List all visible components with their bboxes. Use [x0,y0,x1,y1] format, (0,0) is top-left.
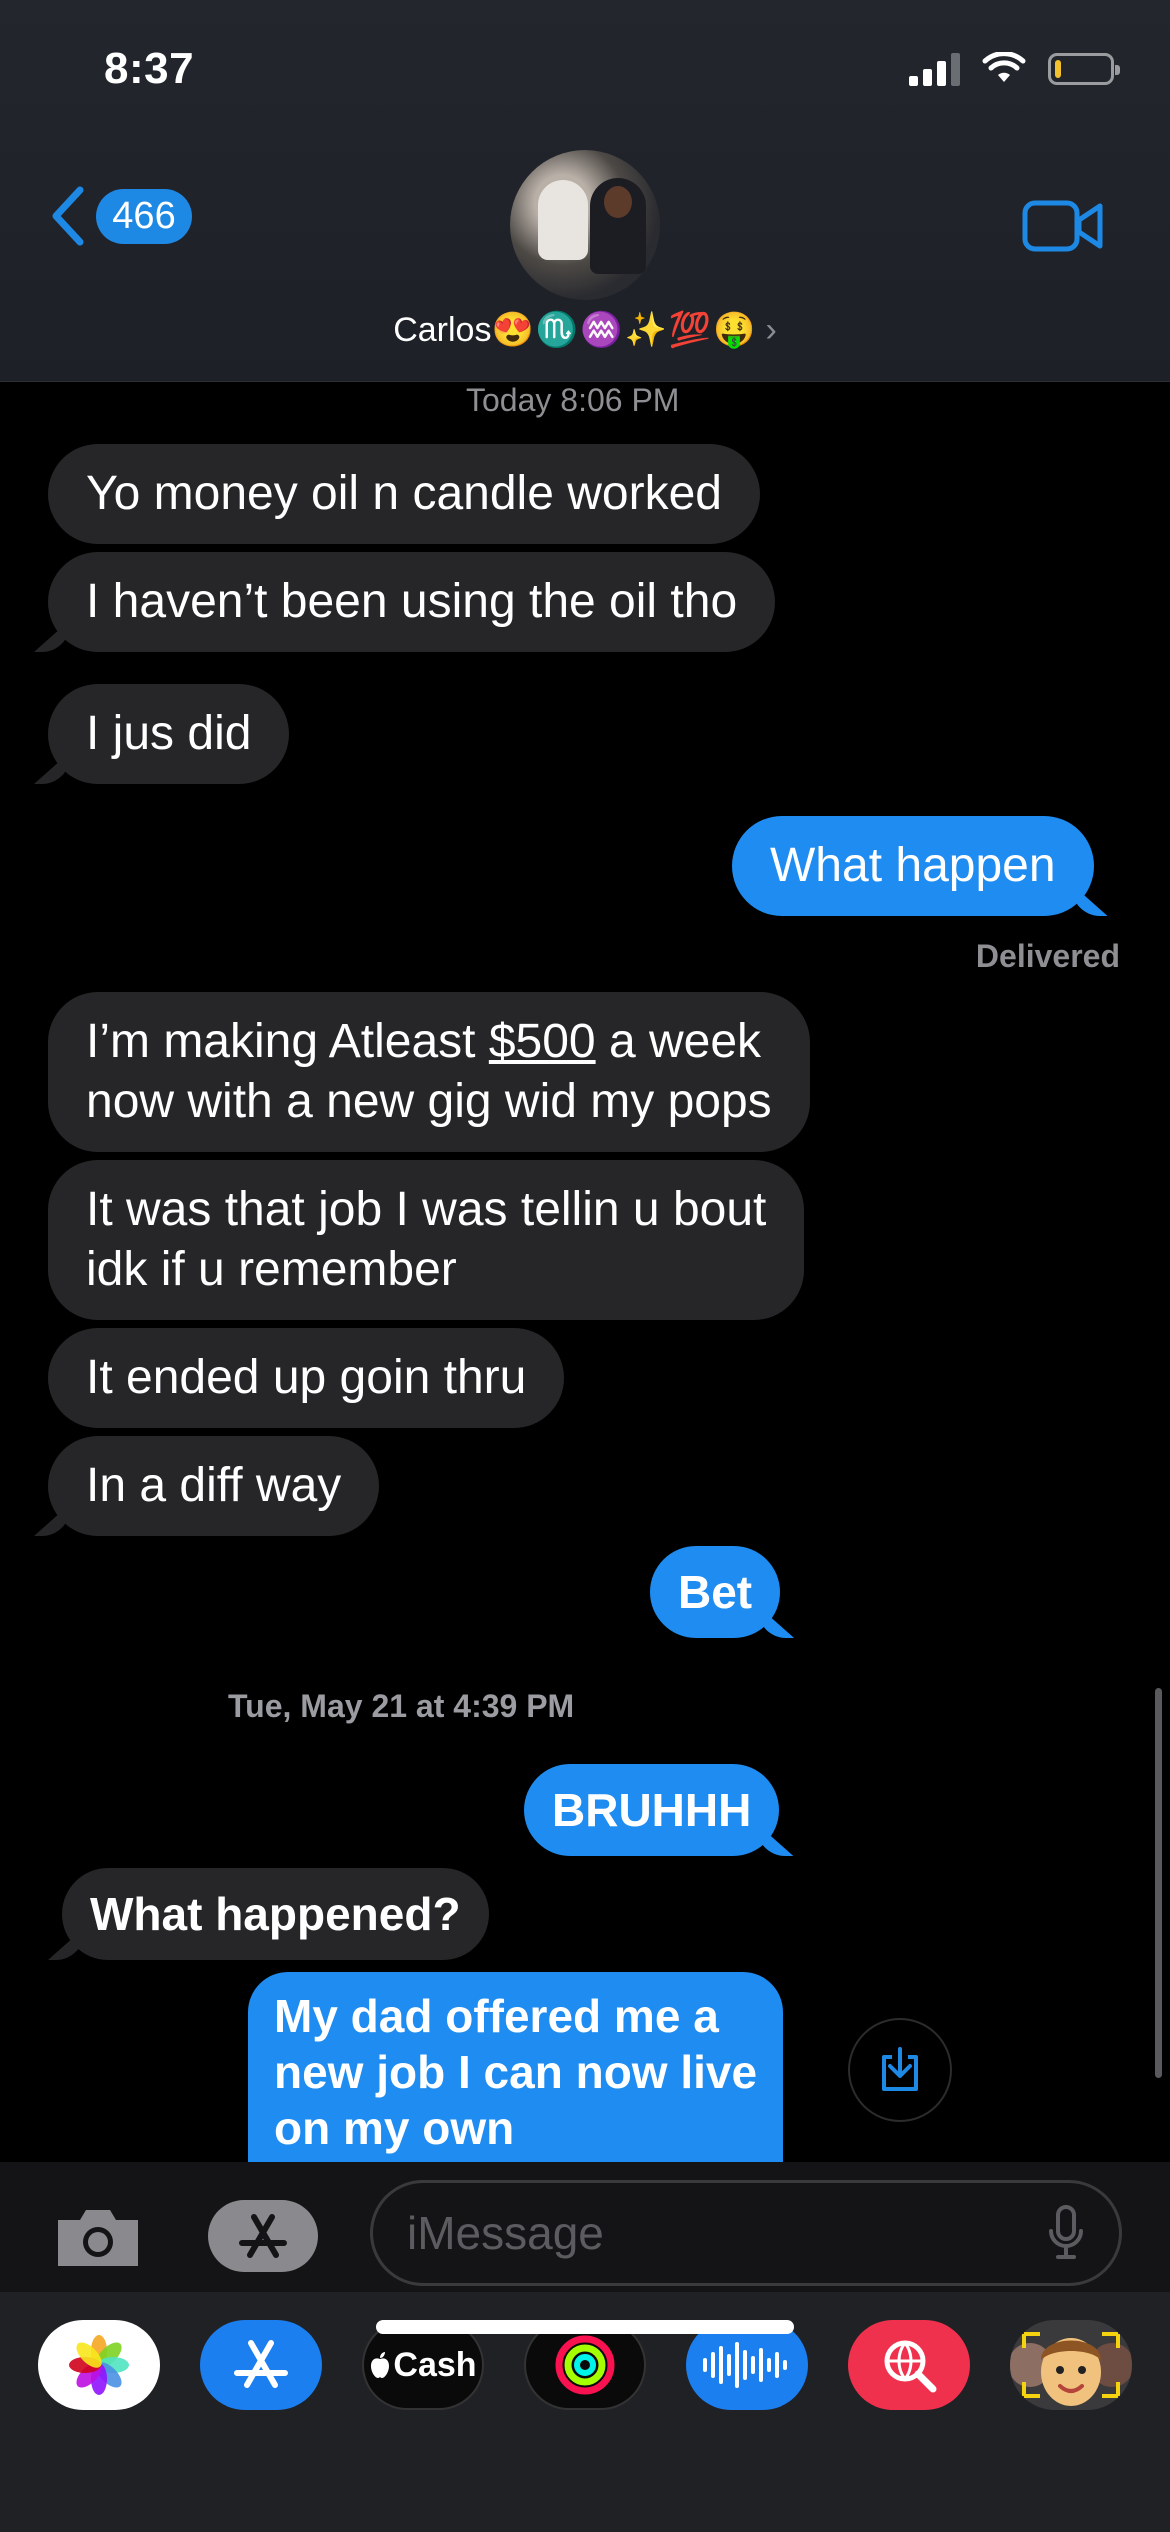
outgoing-message[interactable]: My dad offered me a new job I can now li… [248,1972,784,2162]
microphone-icon[interactable] [1047,2203,1085,2263]
outgoing-message[interactable]: What happen [732,816,1094,916]
timestamp-day: Tue, May 21 [228,1688,408,1724]
chevron-left-icon [52,186,84,246]
app-store-app-button[interactable] [200,2320,322,2410]
incoming-message[interactable]: I jus did [48,684,290,784]
timestamp: Today 8:06 PM [466,382,680,418]
timestamp: Tue, May 21 at 4:39 PM [228,1688,574,1725]
message-input-field[interactable] [370,2180,1122,2286]
audio-message-icon [703,2342,787,2388]
money-link[interactable]: $500 [489,1015,596,1068]
cellular-signal-icon [909,52,960,86]
app-store-icon [234,2340,288,2388]
wifi-icon [982,52,1026,82]
save-button[interactable] [848,2018,952,2122]
activity-icon [555,2335,615,2395]
incoming-message[interactable]: In a diff way [48,1436,380,1536]
compose-bar [0,2162,1170,2292]
outgoing-message[interactable]: BRUHHH [524,1764,780,1856]
download-icon [882,2047,918,2091]
web-images-icon [884,2340,937,2393]
memoji-icon [1010,2320,1132,2410]
facetime-video-icon[interactable] [1022,198,1104,254]
camera-icon[interactable] [52,2206,144,2270]
home-indicator[interactable] [376,2320,794,2334]
incoming-message[interactable]: It ended up goin thru [48,1328,565,1428]
contact-name-button[interactable]: Carlos😍♏♒✨💯🤑 › [0,310,1170,350]
scrollbar[interactable] [1155,1688,1162,2078]
message-thread[interactable]: Today 8:06 PM Yo money oil n candle work… [0,382,1170,2162]
unread-count-badge: 466 [96,188,192,244]
web-images-app-button[interactable] [848,2320,970,2410]
contact-emojis: 😍♏♒✨💯🤑 [491,311,758,349]
chevron-right-icon: › [765,311,777,349]
message-text: I’m making Atleast [86,1015,489,1068]
cash-label: Cash [393,2345,477,2384]
app-store-icon [239,2214,287,2258]
memoji-app-button[interactable] [1010,2320,1132,2410]
delivered-status: Delivered [975,938,1120,974]
incoming-message[interactable]: I’m making Atleast $500 a week now with … [48,992,810,1152]
contact-name: Carlos [393,311,492,349]
message-input[interactable] [407,2206,1007,2260]
photos-icon [69,2335,129,2395]
outgoing-message[interactable]: Bet [650,1546,781,1638]
photos-app-button[interactable] [38,2320,160,2410]
battery-icon [1048,53,1120,85]
timestamp-time: at 4:39 PM [407,1688,575,1724]
apple-logo-icon [371,2352,390,2378]
status-time: 8:37 [104,44,195,93]
incoming-message[interactable]: Yo money oil n candle worked [48,444,760,544]
back-button[interactable]: 466 [48,186,192,246]
incoming-message[interactable]: I haven’t been using the oil tho [48,552,776,652]
incoming-message[interactable]: What happened? [62,1868,489,1960]
incoming-message[interactable]: It was that job I was tellin u bout idk … [48,1160,805,1320]
app-store-button[interactable] [208,2200,318,2272]
conversation-header: 8:37 466 Carlos😍♏♒✨💯🤑 › [0,0,1170,382]
contact-avatar[interactable] [510,150,660,300]
status-icons [909,52,1120,86]
